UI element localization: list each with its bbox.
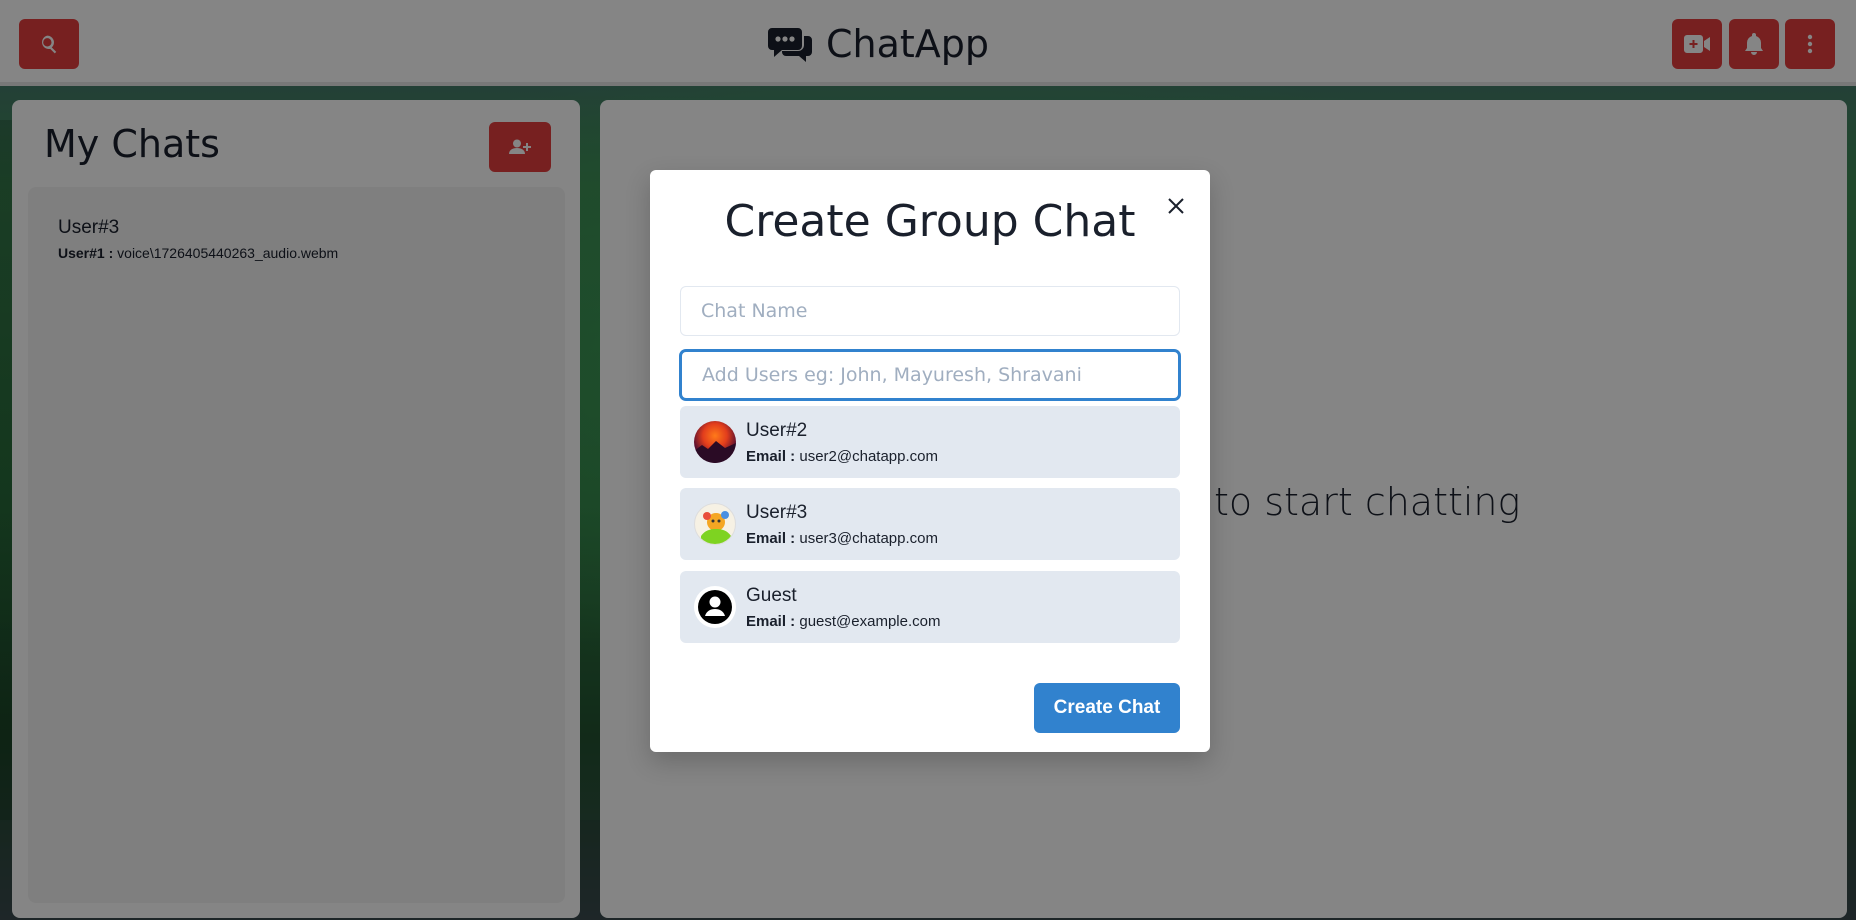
close-button[interactable]: [1158, 188, 1194, 224]
default-user-avatar: [694, 586, 736, 628]
email-value: user2@chatapp.com: [799, 448, 938, 465]
email-value: user3@chatapp.com: [799, 530, 938, 547]
user-result-name: Guest: [746, 585, 797, 606]
email-label: Email :: [746, 613, 796, 630]
modal-title: Create Group Chat: [724, 196, 1136, 247]
user-result-item[interactable]: User#3 Email : user3@chatapp.com: [680, 488, 1180, 560]
create-chat-button[interactable]: Create Chat: [1034, 683, 1180, 733]
chat-name-input[interactable]: [680, 286, 1180, 336]
sunset-avatar: [694, 421, 736, 463]
user-result-name: User#3: [746, 502, 808, 523]
close-icon: [1168, 198, 1184, 214]
email-label: Email :: [746, 448, 796, 465]
email-value: guest@example.com: [799, 613, 941, 630]
user-result-item[interactable]: Guest Email : guest@example.com: [680, 571, 1180, 643]
create-group-chat-modal: Create Group Chat User#2 Email : user2@c…: [650, 170, 1210, 752]
email-label: Email :: [746, 530, 796, 547]
cartoon-avatar: [694, 503, 736, 545]
user-result-name: User#2: [746, 420, 808, 441]
add-users-input[interactable]: [680, 350, 1180, 400]
user-result-email: Email : user2@chatapp.com: [746, 448, 938, 465]
user-result-item[interactable]: User#2 Email : user2@chatapp.com: [680, 406, 1180, 478]
user-result-email: Email : guest@example.com: [746, 613, 940, 630]
user-result-email: Email : user3@chatapp.com: [746, 530, 938, 547]
